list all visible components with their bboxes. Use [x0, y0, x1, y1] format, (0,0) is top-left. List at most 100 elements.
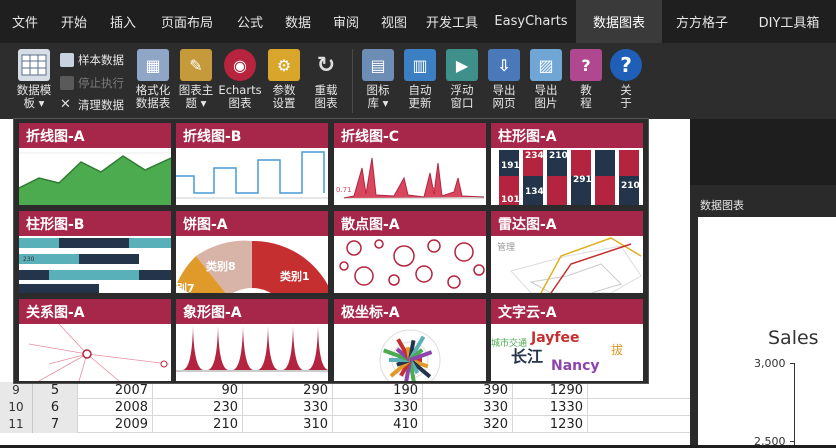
- chart-template-thumbnail: Jayfee Nancy 长江 拔 城市交通: [491, 324, 643, 381]
- echarts-label: Echarts 图表: [218, 83, 262, 110]
- tab-8[interactable]: 开发工具: [418, 0, 486, 43]
- table-cell[interactable]: 90: [153, 382, 243, 399]
- chart-template-card[interactable]: 柱形图-A 191 234 210 101 134 291 210: [491, 123, 643, 205]
- export-image-button[interactable]: ▨ 导出 图片: [526, 49, 566, 117]
- chart-template-card[interactable]: 饼图-A 类别8 类别1 别7: [176, 211, 328, 293]
- help-icon: ?: [610, 49, 642, 81]
- chart-template-title: 柱形图-B: [19, 211, 171, 236]
- reload-button[interactable]: ↻ 重载 图表: [306, 49, 346, 117]
- tab-6[interactable]: 审阅: [322, 0, 370, 43]
- y-tick-mark: [790, 363, 794, 364]
- reload-icon: ↻: [316, 52, 336, 78]
- export-web-button[interactable]: ⇩ 导出 网页: [484, 49, 524, 117]
- chart-template-card[interactable]: 折线图-B: [176, 123, 328, 205]
- chart-template-title: 柱形图-A: [491, 123, 643, 148]
- about-button[interactable]: ? 关 于: [608, 49, 644, 117]
- chart-template-title: 文字云-A: [491, 299, 643, 324]
- chart-title: Sales: [768, 327, 819, 349]
- tab-3[interactable]: 页面布局: [148, 0, 226, 43]
- table-cell[interactable]: 2007: [78, 382, 153, 399]
- chart-lib-label: 图标 库 ▾: [366, 83, 390, 110]
- tab-11[interactable]: 方方格子: [662, 0, 742, 43]
- chart-template-card[interactable]: 折线图-A: [19, 123, 171, 205]
- format-table-button[interactable]: ▦ 格式化 数据表: [132, 49, 174, 117]
- image-icon: ▨: [530, 49, 562, 81]
- table-cell[interactable]: 330: [333, 399, 423, 416]
- table-cell[interactable]: 330: [423, 399, 513, 416]
- svg-text:Nancy: Nancy: [551, 358, 600, 374]
- row-header[interactable]: 10: [0, 399, 33, 416]
- echarts-icon: ◉: [224, 49, 256, 81]
- params-button[interactable]: ⚙ 参数 设置: [264, 49, 304, 117]
- clear-data-label: 清理数据: [78, 98, 124, 112]
- chart-template-card[interactable]: 关系图-A: [19, 299, 171, 381]
- about-label: 关 于: [620, 83, 632, 110]
- data-template-label: 数据模 板 ▾: [16, 83, 52, 110]
- table-cell[interactable]: 7: [33, 416, 78, 433]
- sample-data-button[interactable]: 样本数据: [60, 51, 124, 69]
- tab-9[interactable]: EasyCharts: [486, 0, 576, 43]
- pane-title: 数据图表: [700, 199, 744, 212]
- tab-2[interactable]: 插入: [98, 0, 148, 43]
- table-row: 11 7 2009 210 310 410 320 1230: [0, 416, 690, 433]
- chart-template-title: 折线图-B: [176, 123, 328, 148]
- table-cell[interactable]: 310: [243, 416, 333, 433]
- chart-template-title: 折线图-C: [334, 123, 486, 148]
- auto-update-button[interactable]: ▥ 自动 更新: [400, 49, 440, 117]
- row-header[interactable]: 11: [0, 416, 33, 433]
- tab-12[interactable]: DIY工具箱: [742, 0, 836, 43]
- echarts-button[interactable]: ◉ Echarts 图表: [218, 49, 262, 117]
- table-cell[interactable]: 330: [243, 399, 333, 416]
- table-cell[interactable]: 190: [333, 382, 423, 399]
- float-window-label: 浮动 窗口: [450, 83, 474, 110]
- chart-y-axis: [794, 363, 795, 445]
- chart-template-thumbnail: [334, 324, 486, 381]
- chart-template-title: 极坐标-A: [334, 299, 486, 324]
- chart-template-thumbnail: [176, 324, 328, 381]
- table-cell[interactable]: 1230: [513, 416, 588, 433]
- tab-4[interactable]: 公式: [226, 0, 274, 43]
- tutorial-button[interactable]: ? 教 程: [568, 49, 604, 117]
- data-template-button[interactable]: 数据模 板 ▾: [14, 49, 54, 117]
- table-cell[interactable]: 2009: [78, 416, 153, 433]
- tab-10[interactable]: 数据图表: [576, 0, 662, 43]
- table-cell[interactable]: 210: [153, 416, 243, 433]
- table-cell[interactable]: 390: [423, 382, 513, 399]
- table-cell[interactable]: 2008: [78, 399, 153, 416]
- table-cell[interactable]: 290: [243, 382, 333, 399]
- tab-1[interactable]: 开始: [50, 0, 98, 43]
- svg-text:230: 230: [23, 256, 35, 263]
- chart-template-card[interactable]: 雷达图-A 管理: [491, 211, 643, 293]
- export-web-icon: ⇩: [488, 49, 520, 81]
- table-cell[interactable]: 410: [333, 416, 423, 433]
- table-cell[interactable]: 5: [33, 382, 78, 399]
- svg-text:134: 134: [525, 187, 544, 197]
- tab-7[interactable]: 视图: [370, 0, 418, 43]
- chart-template-card[interactable]: 折线图-C 0.71 73: [334, 123, 486, 205]
- chart-template-card[interactable]: 散点图-A: [334, 211, 486, 293]
- chart-template-thumbnail: 191 234 210 101 134 291 210: [491, 148, 643, 205]
- table-icon: [18, 49, 50, 81]
- reload-label: 重载 图表: [314, 83, 338, 110]
- chart-template-card[interactable]: 象形图-A: [176, 299, 328, 381]
- chart-template-card[interactable]: 文字云-A Jayfee Nancy 长江 拔 城市交通: [491, 299, 643, 381]
- float-window-button[interactable]: ▶ 浮动 窗口: [442, 49, 482, 117]
- table-cell[interactable]: 230: [153, 399, 243, 416]
- svg-text:Jayfee: Jayfee: [530, 330, 579, 346]
- clear-data-button[interactable]: ✕ 清理数据: [60, 96, 124, 114]
- chart-template-card[interactable]: 极坐标-A: [334, 299, 486, 381]
- stop-exec-button[interactable]: 停止执行: [60, 74, 124, 92]
- chart-template-card[interactable]: 柱形图-B 230: [19, 211, 171, 293]
- row-header[interactable]: 9: [0, 382, 33, 399]
- table-cell[interactable]: 320: [423, 416, 513, 433]
- chart-template-title: 折线图-A: [19, 123, 171, 148]
- chart-theme-button[interactable]: ✎ 图表主 题 ▾: [176, 49, 216, 117]
- clear-x-icon: ✕: [60, 97, 71, 112]
- table-cell[interactable]: 6: [33, 399, 78, 416]
- chart-lib-button[interactable]: ▤ 图标 库 ▾: [358, 49, 398, 117]
- table-cell[interactable]: 1330: [513, 399, 588, 416]
- format-table-label: 格式化 数据表: [135, 83, 171, 110]
- tab-5[interactable]: 数据: [274, 0, 322, 43]
- table-cell[interactable]: 1290: [513, 382, 588, 399]
- tab-0[interactable]: 文件: [0, 0, 50, 43]
